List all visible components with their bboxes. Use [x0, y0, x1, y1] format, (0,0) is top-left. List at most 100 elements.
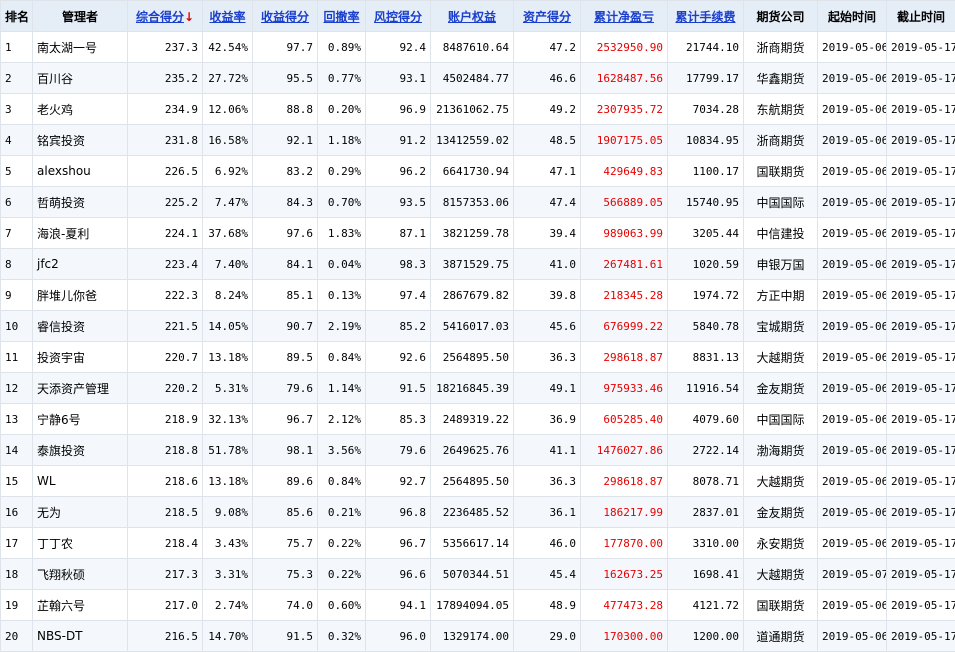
cell-drawdown: 0.70%: [318, 187, 366, 218]
cell-end-time: 2019-05-17: [887, 373, 955, 404]
cell-net-profit: 1476027.86: [581, 435, 668, 466]
cell-asset-score: 36.3: [514, 342, 581, 373]
cell-return-rate: 51.78%: [203, 435, 253, 466]
cell-return-rate: 3.31%: [203, 559, 253, 590]
cell-return-score: 97.7: [253, 32, 318, 63]
header-risk-score[interactable]: 风控得分: [366, 1, 431, 32]
cell-end-time: 2019-05-17: [887, 63, 955, 94]
cell-net-profit: 298618.87: [581, 466, 668, 497]
sort-return-score-link[interactable]: 收益得分: [261, 10, 309, 24]
cell-manager: 胖堆儿你爸: [33, 280, 128, 311]
cell-broker: 大越期货: [744, 466, 818, 497]
cell-rank: 16: [1, 497, 33, 528]
table-row: 16无为218.59.08%85.60.21%96.82236485.5236.…: [1, 497, 955, 528]
table-header-row: 排名 管理者 综合得分↓ 收益率 收益得分 回撤率 风控得分 账户权益 资产得分…: [1, 1, 955, 32]
cell-equity: 2564895.50: [431, 466, 514, 497]
cell-composite-score: 216.5: [128, 621, 203, 652]
cell-net-profit: 162673.25: [581, 559, 668, 590]
sort-asset-score-link[interactable]: 资产得分: [523, 10, 571, 24]
cell-broker: 金友期货: [744, 373, 818, 404]
cell-net-profit: 1907175.05: [581, 125, 668, 156]
cell-fees: 1200.00: [668, 621, 744, 652]
cell-start-time: 2019-05-06: [818, 342, 887, 373]
cell-equity: 3871529.75: [431, 249, 514, 280]
cell-start-time: 2019-05-06: [818, 187, 887, 218]
header-net-profit[interactable]: 累计净盈亏: [581, 1, 668, 32]
cell-fees: 1698.41: [668, 559, 744, 590]
cell-return-rate: 3.43%: [203, 528, 253, 559]
sort-drawdown-link[interactable]: 回撤率: [323, 10, 359, 24]
cell-broker: 中信建投: [744, 218, 818, 249]
sort-fees-link[interactable]: 累计手续费: [675, 10, 735, 24]
cell-composite-score: 217.0: [128, 590, 203, 621]
cell-end-time: 2019-05-17: [887, 497, 955, 528]
table-row: 20NBS-DT216.514.70%91.50.32%96.01329174.…: [1, 621, 955, 652]
sort-equity-link[interactable]: 账户权益: [448, 10, 496, 24]
cell-fees: 7034.28: [668, 94, 744, 125]
cell-composite-score: 234.9: [128, 94, 203, 125]
cell-fees: 1100.17: [668, 156, 744, 187]
header-return-rate[interactable]: 收益率: [203, 1, 253, 32]
cell-return-score: 74.0: [253, 590, 318, 621]
cell-asset-score: 49.2: [514, 94, 581, 125]
sort-desc-icon: ↓: [184, 10, 194, 24]
cell-risk-score: 85.2: [366, 311, 431, 342]
cell-broker: 浙商期货: [744, 32, 818, 63]
cell-composite-score: 218.9: [128, 404, 203, 435]
table-row: 19芷翰六号217.02.74%74.00.60%94.117894094.05…: [1, 590, 955, 621]
header-composite-score[interactable]: 综合得分↓: [128, 1, 203, 32]
cell-start-time: 2019-05-06: [818, 311, 887, 342]
cell-equity: 6641730.94: [431, 156, 514, 187]
table-row: 2百川谷235.227.72%95.50.77%93.14502484.7746…: [1, 63, 955, 94]
cell-broker: 金友期货: [744, 497, 818, 528]
table-row: 17丁丁农218.43.43%75.70.22%96.75356617.1446…: [1, 528, 955, 559]
cell-rank: 8: [1, 249, 33, 280]
cell-asset-score: 41.0: [514, 249, 581, 280]
cell-composite-score: 231.8: [128, 125, 203, 156]
cell-manager: alexshou: [33, 156, 128, 187]
cell-net-profit: 605285.40: [581, 404, 668, 435]
table-row: 3老火鸡234.912.06%88.80.20%96.921361062.754…: [1, 94, 955, 125]
cell-risk-score: 91.5: [366, 373, 431, 404]
header-fees[interactable]: 累计手续费: [668, 1, 744, 32]
cell-return-rate: 13.18%: [203, 342, 253, 373]
sort-net-profit-link[interactable]: 累计净盈亏: [594, 10, 654, 24]
cell-broker: 申银万国: [744, 249, 818, 280]
cell-composite-score: 222.3: [128, 280, 203, 311]
cell-rank: 10: [1, 311, 33, 342]
sort-composite-link[interactable]: 综合得分: [136, 10, 184, 24]
cell-return-rate: 9.08%: [203, 497, 253, 528]
cell-net-profit: 186217.99: [581, 497, 668, 528]
cell-manager: 飞翔秋硕: [33, 559, 128, 590]
header-equity[interactable]: 账户权益: [431, 1, 514, 32]
sort-risk-score-link[interactable]: 风控得分: [374, 10, 422, 24]
cell-risk-score: 93.1: [366, 63, 431, 94]
cell-risk-score: 85.3: [366, 404, 431, 435]
cell-asset-score: 36.3: [514, 466, 581, 497]
cell-start-time: 2019-05-06: [818, 32, 887, 63]
cell-fees: 4121.72: [668, 590, 744, 621]
cell-start-time: 2019-05-06: [818, 590, 887, 621]
cell-drawdown: 0.13%: [318, 280, 366, 311]
cell-rank: 2: [1, 63, 33, 94]
cell-risk-score: 92.7: [366, 466, 431, 497]
cell-end-time: 2019-05-17: [887, 311, 955, 342]
header-asset-score[interactable]: 资产得分: [514, 1, 581, 32]
cell-asset-score: 39.4: [514, 218, 581, 249]
cell-broker: 道通期货: [744, 621, 818, 652]
cell-rank: 5: [1, 156, 33, 187]
cell-net-profit: 177870.00: [581, 528, 668, 559]
cell-drawdown: 0.60%: [318, 590, 366, 621]
cell-asset-score: 45.6: [514, 311, 581, 342]
cell-return-rate: 7.47%: [203, 187, 253, 218]
cell-rank: 15: [1, 466, 33, 497]
sort-return-rate-link[interactable]: 收益率: [209, 10, 245, 24]
header-broker: 期货公司: [744, 1, 818, 32]
header-drawdown[interactable]: 回撤率: [318, 1, 366, 32]
header-return-score[interactable]: 收益得分: [253, 1, 318, 32]
cell-fees: 17799.17: [668, 63, 744, 94]
cell-end-time: 2019-05-17: [887, 466, 955, 497]
cell-fees: 3205.44: [668, 218, 744, 249]
cell-fees: 10834.95: [668, 125, 744, 156]
cell-broker: 永安期货: [744, 528, 818, 559]
